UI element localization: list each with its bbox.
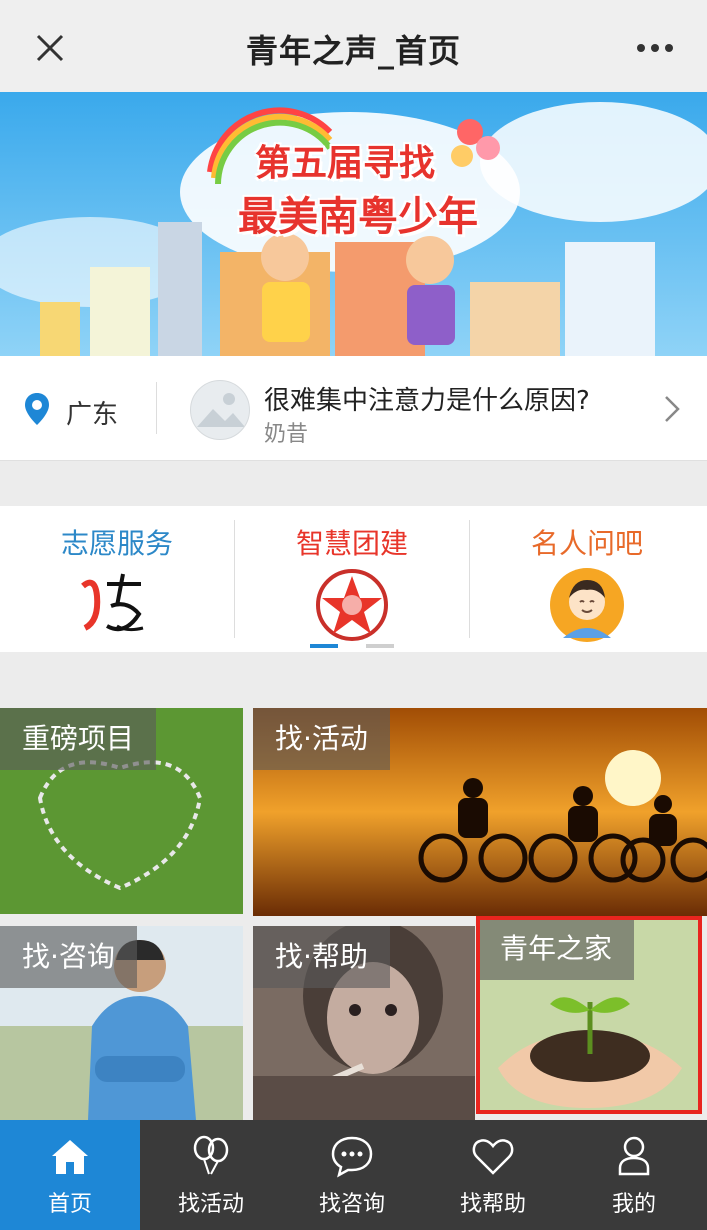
tile-label: 找·活动 bbox=[253, 708, 390, 770]
more-icon[interactable] bbox=[633, 30, 677, 66]
tile-label: 找·咨询 bbox=[0, 926, 137, 988]
service-label: 智慧团建 bbox=[295, 527, 408, 560]
balloons-icon bbox=[193, 1135, 229, 1175]
tab-label: 我的 bbox=[611, 1192, 656, 1217]
tab-find-consultation[interactable]: 找咨询 bbox=[282, 1120, 422, 1230]
service-smart-league[interactable]: 智慧团建 bbox=[235, 506, 469, 652]
services-carousel: 志愿服务 智慧团建 名人问吧 bbox=[0, 506, 707, 652]
page-title: 青年之声_首页 bbox=[245, 32, 461, 70]
tab-find-activities[interactable]: 找活动 bbox=[141, 1120, 281, 1230]
tile-major-projects[interactable]: 重磅项目 bbox=[0, 708, 243, 914]
tile-find-help[interactable]: 找·帮助 bbox=[253, 926, 475, 1120]
banner-title-line1: 第五届寻找 bbox=[255, 143, 436, 184]
heart-icon bbox=[472, 1139, 514, 1175]
service-label: 名人问吧 bbox=[530, 527, 643, 560]
top-navigation-bar: 青年之声_首页 bbox=[0, 0, 707, 93]
celebrity-avatar-icon bbox=[550, 568, 624, 642]
question-author: 奶昔 bbox=[264, 422, 309, 447]
tab-label: 找活动 bbox=[177, 1192, 244, 1217]
location-question-bar: 广东 很难集中注意力是什么原因? 奶昔 bbox=[0, 356, 707, 461]
location-pin-icon[interactable] bbox=[24, 392, 50, 426]
user-icon bbox=[618, 1136, 650, 1176]
bottom-tab-bar: 首页 找活动 找咨询 找帮助 我的 bbox=[0, 1120, 707, 1230]
tile-label: 找·帮助 bbox=[253, 926, 390, 988]
avatar-placeholder-icon bbox=[197, 393, 245, 427]
tab-label: 找咨询 bbox=[318, 1192, 385, 1217]
question-title[interactable]: 很难集中注意力是什么原因? bbox=[264, 380, 590, 417]
city-label[interactable]: 广东 bbox=[66, 394, 118, 431]
tile-label: 重磅项目 bbox=[0, 708, 157, 770]
carousel-dot-active[interactable] bbox=[310, 644, 338, 648]
tab-label: 找帮助 bbox=[459, 1192, 526, 1217]
chevron-right-icon[interactable] bbox=[663, 394, 681, 424]
banner-title-line2: 最美南粤少年 bbox=[238, 194, 478, 240]
service-volunteer[interactable]: 志愿服务 bbox=[0, 506, 234, 652]
tab-mine[interactable]: 我的 bbox=[564, 1120, 704, 1230]
carousel-dot[interactable] bbox=[366, 644, 394, 648]
avatar bbox=[190, 380, 250, 440]
tab-home[interactable]: 首页 bbox=[0, 1120, 140, 1230]
tab-find-help[interactable]: 找帮助 bbox=[423, 1120, 563, 1230]
service-label: 志愿服务 bbox=[60, 527, 173, 560]
promo-banner[interactable]: 第五届寻找 最美南粤少年 bbox=[0, 92, 707, 356]
chat-bubble-icon bbox=[331, 1136, 373, 1178]
home-icon bbox=[52, 1140, 88, 1174]
volunteer-logo-icon bbox=[81, 573, 144, 632]
tile-find-consultation[interactable]: 找·咨询 bbox=[0, 926, 243, 1120]
league-emblem-icon bbox=[316, 569, 388, 641]
divider bbox=[156, 382, 157, 434]
tile-find-activities[interactable]: 找·活动 bbox=[253, 708, 707, 916]
selection-highlight bbox=[476, 916, 702, 1114]
tab-label: 首页 bbox=[47, 1192, 92, 1217]
service-celebrity-qa[interactable]: 名人问吧 bbox=[470, 506, 704, 652]
